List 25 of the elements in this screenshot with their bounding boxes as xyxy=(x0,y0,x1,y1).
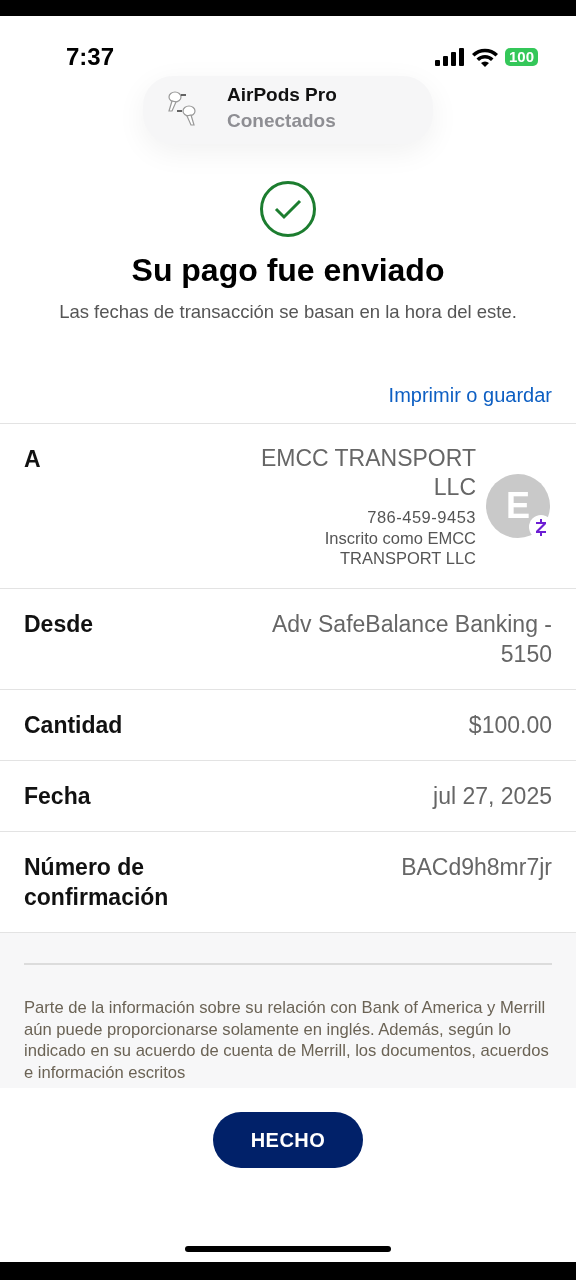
timezone-note: Las fechas de transacción se basan en la hora del este. xyxy=(58,300,518,324)
field-value: BACd9h8mr7jr xyxy=(401,853,552,882)
disclaimer-text: Parte de la información sobre su relación con Bank of America y Merrill aún puede proporcionarse solamente en inglés. Además, según lo indicado en su acuerdo de cuenta de Merrill, los documentos, acuerdos e información escritos xyxy=(24,997,550,1083)
earbuds-icon xyxy=(167,89,199,127)
check-circle-icon xyxy=(259,180,317,238)
success-title: Su pago fue enviado xyxy=(131,252,445,289)
phone-number: 786-459-9453 xyxy=(367,507,476,528)
enrolled-name: Inscrito como EMCC TRANSPORT LLC xyxy=(323,528,476,568)
device-name: AirPods Pro xyxy=(227,84,337,106)
done-button[interactable]: HECHO xyxy=(213,1112,363,1168)
battery-level: 100 xyxy=(504,48,538,66)
wifi-icon xyxy=(471,47,498,67)
field-value: $100.00 xyxy=(468,711,552,740)
signal-icon xyxy=(434,48,465,66)
field-label: Número de confirmación xyxy=(24,853,170,912)
print-save-link[interactable]: Imprimir o guardar xyxy=(388,384,552,407)
field-label: Fecha xyxy=(24,782,92,811)
clock-time: 7:37 xyxy=(66,43,115,71)
field-label: Cantidad xyxy=(24,711,124,740)
recipient-name: EMCC TRANSPORT LLC xyxy=(259,444,476,502)
field-label: Desde xyxy=(24,610,95,639)
field-label: A xyxy=(24,445,42,474)
connection-status: Conectados xyxy=(227,110,337,132)
field-value: jul 27, 2025 xyxy=(433,782,552,811)
field-value: Adv SafeBalance Banking - 5150 xyxy=(271,610,552,669)
